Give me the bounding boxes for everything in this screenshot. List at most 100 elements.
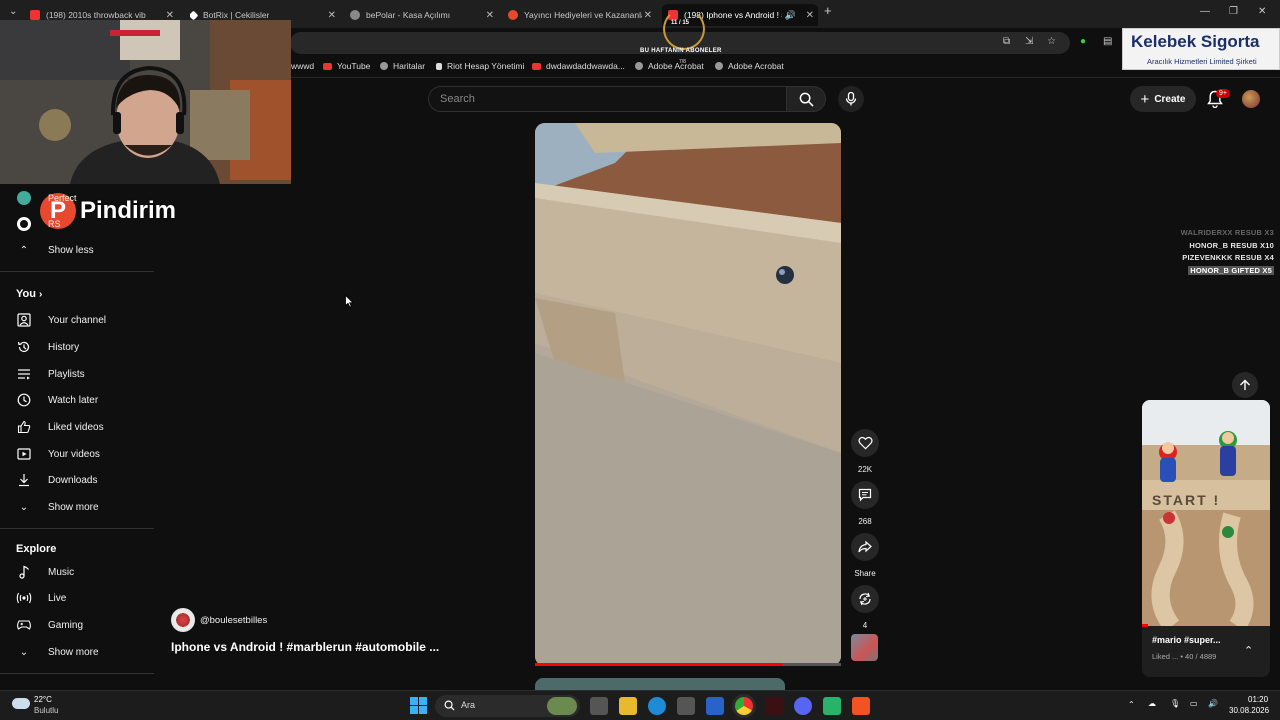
microphone-icon[interactable]: 🎙	[1170, 699, 1180, 708]
live-icon	[16, 590, 32, 606]
windows-start-icon[interactable]	[410, 697, 427, 714]
onedrive-icon[interactable]: ☁	[1148, 699, 1156, 708]
search-button[interactable]	[786, 86, 826, 112]
taskbar-search[interactable]: Ara	[435, 695, 580, 717]
channel-name[interactable]: @boulesetbilles	[200, 615, 267, 626]
new-tab-icon[interactable]: +	[824, 3, 832, 18]
create-button[interactable]: + Create	[1130, 86, 1196, 112]
close-icon[interactable]: ✕	[644, 10, 652, 21]
mail-icon[interactable]	[706, 697, 724, 715]
tab-4[interactable]: Yayıncı Hediyeleri ve Kazananla ✕	[508, 4, 656, 26]
sidebar-item-live[interactable]: Live	[16, 588, 66, 608]
bookmark-label: wwwd	[291, 61, 315, 71]
sidebar-label: Liked videos	[48, 421, 104, 433]
short-video-player[interactable]	[535, 123, 841, 666]
close-icon[interactable]: ✕	[486, 10, 494, 21]
miniplayer-thumbnail[interactable]: START !	[1142, 400, 1270, 632]
expand-chevron-up-icon[interactable]: ⌃	[1244, 644, 1253, 657]
search-input[interactable]: Search	[428, 86, 786, 112]
app-icon[interactable]	[765, 697, 783, 715]
network-icon[interactable]: ▭	[1190, 699, 1198, 708]
weather-desc[interactable]: Bulutlu	[34, 706, 58, 715]
bookmark-item[interactable]: Adobe Acrobat	[715, 61, 784, 71]
thumbs-up-icon	[16, 419, 32, 435]
webcam-scene	[0, 20, 291, 184]
sidebar-divider	[0, 271, 154, 272]
close-window-icon[interactable]: ✕	[1258, 6, 1266, 17]
sidebar-item-your-channel[interactable]: Your channel	[16, 310, 106, 330]
sidebar-you-heading[interactable]: You ›	[16, 288, 42, 300]
tab-list-chevron-icon[interactable]: ⌄	[9, 6, 17, 17]
bookmark-label: Adobe Acrobat	[648, 61, 704, 71]
sub-alert: HONOR_B RESUB X10	[1189, 240, 1274, 250]
tab-3[interactable]: bePolar - Kasa Açılımı ✕	[350, 4, 498, 26]
discord-icon[interactable]	[794, 697, 812, 715]
task-view-icon[interactable]	[590, 697, 608, 715]
gaming-icon	[16, 617, 32, 633]
bookmark-star-icon[interactable]: ☆	[1047, 36, 1056, 47]
translate-icon[interactable]: ⧉	[1003, 36, 1010, 47]
channel-avatar[interactable]	[171, 608, 195, 632]
voice-search-button[interactable]	[838, 86, 864, 112]
install-icon[interactable]: ⇲	[1025, 36, 1033, 47]
edge-icon[interactable]	[648, 697, 666, 715]
bookmark-item[interactable]: wwwd	[291, 61, 314, 71]
like-button[interactable]: 22K	[850, 429, 880, 474]
sidebar-item-show-more[interactable]: ⌄ Show more	[16, 642, 99, 662]
close-icon[interactable]: ✕	[166, 10, 174, 21]
miniplayer[interactable]: START ! #mario #super... Liked ... • 40 …	[1142, 400, 1270, 677]
short-channel[interactable]: @boulesetbilles	[171, 608, 267, 632]
bookmark-item[interactable]: dwdawdaddwawda...	[532, 61, 625, 71]
sidebar-item-downloads[interactable]: Downloads	[16, 470, 97, 490]
comments-button[interactable]: 268	[850, 481, 880, 526]
sidebar-item-playlists[interactable]: Playlists	[16, 364, 85, 384]
tray-chevron-up-icon[interactable]: ⌃	[1128, 700, 1135, 709]
account-avatar[interactable]	[1242, 90, 1260, 108]
clock-time[interactable]: 01:20	[1248, 695, 1268, 704]
extensions-puzzle-icon[interactable]: ▤	[1103, 36, 1112, 47]
sidebar-item-gaming[interactable]: Gaming	[16, 615, 83, 635]
bookmark-item[interactable]: YouTube	[323, 61, 370, 71]
sidebar-item-partial[interactable]: Perfect	[16, 188, 77, 208]
sidebar-item-history[interactable]: History	[16, 337, 79, 357]
extension-icon[interactable]: ●	[1080, 36, 1086, 47]
clock-date[interactable]: 30.08.2026	[1229, 706, 1269, 715]
sidebar-item-music[interactable]: Music	[16, 562, 74, 582]
sidebar-show-less[interactable]: ⌃ Show less	[16, 240, 94, 260]
miniplayer-title[interactable]: #mario #super...	[1152, 635, 1221, 645]
short-title[interactable]: Iphone vs Android ! #marblerun #automobi…	[171, 640, 439, 654]
bookmark-item[interactable]: Haritalar	[380, 61, 425, 71]
maximize-icon[interactable]: ❐	[1229, 6, 1238, 17]
close-icon[interactable]: ✕	[806, 10, 814, 21]
sidebar-item-your-videos[interactable]: Your videos	[16, 444, 100, 464]
brave-icon[interactable]	[852, 697, 870, 715]
next-short-preview[interactable]	[535, 678, 785, 690]
remix-icon	[859, 592, 871, 606]
sidebar-item-show-more[interactable]: ⌄ Show more	[16, 497, 99, 517]
store-icon[interactable]	[677, 697, 695, 715]
sound-thumbnail[interactable]	[851, 634, 878, 661]
sidebar-item-liked-videos[interactable]: Liked videos	[16, 417, 104, 437]
bookmark-item[interactable]: Riot Hesap Yönetimi	[436, 61, 524, 71]
globe-icon	[350, 10, 360, 20]
speaker-icon[interactable]: 🔊	[785, 10, 796, 21]
volume-icon[interactable]: 🔊	[1208, 699, 1218, 708]
remix-button[interactable]: 4	[850, 585, 880, 630]
previous-short-button[interactable]	[1232, 372, 1258, 398]
download-icon	[16, 472, 32, 488]
bookmark-label: YouTube	[337, 61, 371, 71]
sidebar-item-partial[interactable]: RS	[16, 214, 61, 234]
video-progress-bar[interactable]	[535, 663, 841, 666]
clock-icon	[16, 392, 32, 408]
sidebar-item-watch-later[interactable]: Watch later	[16, 390, 98, 410]
weather-temp[interactable]: 22°C	[34, 695, 52, 704]
tab-title: Yayıncı Hediyeleri ve Kazananla	[524, 10, 642, 20]
share-button[interactable]: Share	[850, 533, 880, 578]
channel-icon	[16, 190, 32, 206]
close-icon[interactable]: ✕	[328, 10, 336, 21]
file-explorer-icon[interactable]	[619, 697, 637, 715]
bookmark-item[interactable]: Adobe Acrobat	[635, 61, 704, 71]
chrome-icon[interactable]	[735, 697, 753, 715]
minimize-icon[interactable]: —	[1200, 6, 1210, 17]
app-green-icon[interactable]	[823, 697, 841, 715]
